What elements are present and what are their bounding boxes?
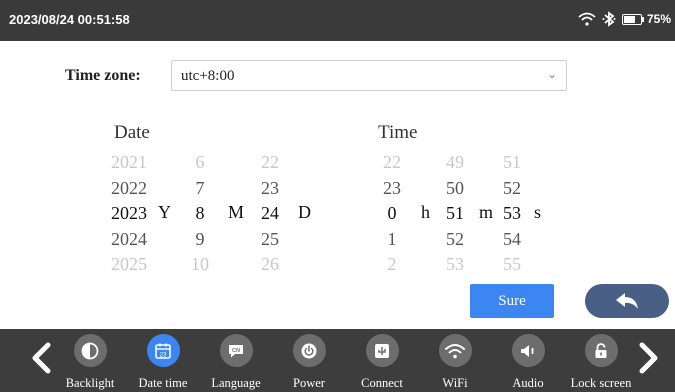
month-selected[interactable]: 8 — [185, 201, 215, 227]
second-selected[interactable]: 53 — [497, 201, 527, 227]
date-heading: Date — [114, 122, 150, 143]
calendar-badge: 23 — [160, 352, 167, 358]
year-option[interactable]: 2024 — [105, 227, 153, 253]
toolbar-item-label: WiFi — [442, 376, 468, 390]
battery-icon — [621, 13, 642, 25]
toolbar-item-power[interactable]: Power — [271, 334, 347, 391]
hour-option[interactable]: 22 — [377, 150, 407, 176]
minute-unit: m — [479, 202, 494, 222]
chevron-down-icon: ⌄ — [546, 67, 557, 81]
status-datetime: 2023/08/24 00:51:58 — [9, 12, 130, 27]
toolbar-item-wifi[interactable]: WiFi — [417, 334, 493, 391]
toolbar-item-connect[interactable]: Connect — [344, 334, 420, 391]
year-wheel[interactable]: 2021 2022 2023 2024 2025 — [105, 150, 153, 278]
battery-percent: 75% — [646, 12, 671, 26]
hour-unit: h — [421, 202, 430, 222]
second-option[interactable]: 54 — [497, 227, 527, 253]
minute-option[interactable]: 49 — [440, 150, 470, 176]
day-selected[interactable]: 24 — [255, 201, 285, 227]
year-selected[interactable]: 2023 — [105, 201, 153, 227]
minute-wheel[interactable]: 49 50 51 52 53 — [440, 150, 470, 278]
wifi-icon — [445, 343, 465, 358]
year-option[interactable]: 2025 — [105, 252, 153, 278]
hour-option[interactable]: 23 — [377, 176, 407, 202]
status-icons: 75% — [578, 11, 671, 27]
day-option[interactable]: 26 — [255, 252, 285, 278]
second-option[interactable]: 52 — [497, 176, 527, 202]
connect-icon — [375, 343, 389, 358]
day-unit: D — [298, 202, 311, 222]
timezone-select[interactable]: utc+8:00 ⌄ — [171, 60, 567, 91]
calendar-icon: 23 — [155, 343, 171, 359]
bluetooth-icon — [602, 11, 616, 27]
month-option[interactable]: 9 — [185, 227, 215, 253]
day-option[interactable]: 23 — [255, 176, 285, 202]
toolbar-item-label: Audio — [512, 376, 544, 390]
minute-option[interactable]: 50 — [440, 176, 470, 202]
month-option[interactable]: 6 — [185, 150, 215, 176]
toolbar-item-lock-screen[interactable]: Lock screen — [563, 334, 639, 391]
bottom-toolbar: Backlight 23 Date time CN Language Power… — [0, 329, 675, 392]
minute-option[interactable]: 52 — [440, 227, 470, 253]
chevron-right-icon[interactable] — [636, 342, 662, 374]
toolbar-item-label: Lock screen — [570, 376, 632, 390]
minute-selected[interactable]: 51 — [440, 201, 470, 227]
toolbar-item-date-time[interactable]: 23 Date time — [125, 334, 201, 391]
toolbar-item-label: Power — [293, 376, 325, 390]
toolbar-item-label: Backlight — [65, 376, 115, 390]
year-option[interactable]: 2022 — [105, 176, 153, 202]
power-icon — [301, 343, 317, 358]
second-unit: s — [534, 202, 542, 222]
month-unit: M — [228, 202, 245, 222]
second-wheel[interactable]: 51 52 53 54 55 — [497, 150, 527, 278]
lock-icon — [595, 342, 607, 358]
second-option[interactable]: 55 — [497, 252, 527, 278]
timezone-value: utc+8:00 — [181, 68, 235, 84]
month-option[interactable]: 7 — [185, 176, 215, 202]
audio-icon — [521, 344, 534, 357]
day-wheel[interactable]: 22 23 24 25 26 — [255, 150, 285, 278]
hour-option[interactable]: 1 — [377, 227, 407, 253]
toolbar-item-label: Connect — [361, 376, 403, 390]
minute-option[interactable]: 53 — [440, 252, 470, 278]
backlight-icon — [81, 342, 99, 359]
day-option[interactable]: 25 — [255, 227, 285, 253]
wifi-icon — [578, 12, 596, 26]
hour-selected[interactable]: 0 — [377, 201, 407, 227]
second-option[interactable]: 51 — [497, 150, 527, 176]
back-arrow-icon — [616, 293, 638, 309]
toolbar-item-label: Language — [211, 376, 261, 390]
back-button[interactable] — [585, 284, 669, 318]
language-icon: CN — [229, 344, 243, 357]
language-badge: CN — [232, 348, 240, 354]
sure-button[interactable]: Sure — [470, 284, 554, 318]
month-option[interactable]: 10 — [185, 252, 215, 278]
year-unit: Y — [158, 202, 171, 222]
toolbar-item-audio[interactable]: Audio — [490, 334, 566, 391]
toolbar-item-language[interactable]: CN Language — [198, 334, 274, 391]
battery-indicator: 75% — [621, 12, 671, 26]
hour-wheel[interactable]: 22 23 0 1 2 — [377, 150, 407, 278]
month-wheel[interactable]: 6 7 8 9 10 — [185, 150, 215, 278]
timezone-label: Time zone: — [65, 67, 141, 84]
time-heading: Time — [378, 122, 418, 143]
hour-option[interactable]: 2 — [377, 252, 407, 278]
day-option[interactable]: 22 — [255, 150, 285, 176]
chevron-left-icon[interactable] — [28, 342, 54, 374]
toolbar-item-label: Date time — [138, 376, 188, 390]
year-option[interactable]: 2021 — [105, 150, 153, 176]
toolbar-item-backlight[interactable]: Backlight — [52, 334, 128, 391]
status-bar: 2023/08/24 00:51:58 75% — [0, 0, 675, 41]
